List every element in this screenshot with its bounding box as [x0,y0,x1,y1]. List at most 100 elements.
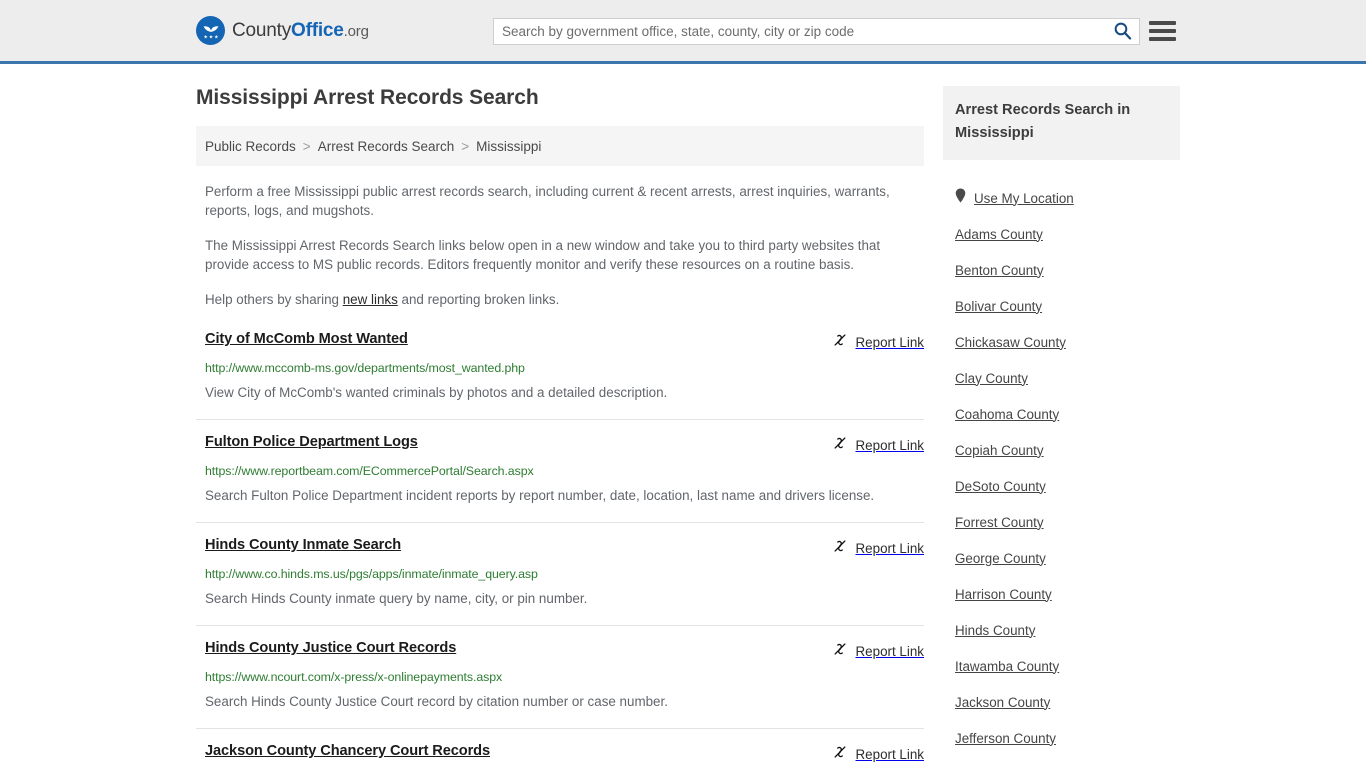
search-icon [1113,21,1132,43]
search-bar [493,18,1140,45]
menu-bar-3 [1149,37,1176,41]
report-link-button[interactable]: Report Link [832,744,924,765]
result-description: Search Fulton Police Department incident… [205,488,875,503]
sidebar-item-coahoma-county[interactable]: Coahoma County [943,396,1180,432]
sidebar-item-clay-county[interactable]: Clay County [943,360,1180,396]
county-link[interactable]: Chickasaw County [955,335,1066,350]
county-link[interactable]: Itawamba County [955,659,1059,674]
sidebar: Arrest Records Search in Mississippi Use… [943,86,1180,768]
result-item: City of McComb Most Wanted Report Link h… [196,331,924,420]
result-url-link[interactable]: http://www.co.hinds.ms.us/pgs/apps/inmat… [205,567,924,581]
result-title-link[interactable]: Hinds County Justice Court Records [205,640,456,656]
new-links-link[interactable]: new links [343,292,398,307]
report-link-label: Report Link [855,644,924,659]
county-link[interactable]: Adams County [955,227,1043,242]
search-input[interactable] [494,19,1105,44]
search-button[interactable] [1105,19,1139,44]
county-link[interactable]: Clay County [955,371,1028,386]
content-row: Mississippi Arrest Records Search Public… [196,86,1180,768]
sidebar-heading: Arrest Records Search in Mississippi [943,86,1180,160]
result-header: Hinds County Inmate Search Report Link [205,537,924,559]
sidebar-item-use-my-location[interactable]: Use My Location [943,180,1180,216]
result-header: Jackson County Chancery Court Records Re… [205,743,924,765]
county-link[interactable]: George County [955,551,1046,566]
county-link[interactable]: Hinds County [955,623,1035,638]
intro-paragraph-1: Perform a free Mississippi public arrest… [205,184,890,218]
sidebar-item-benton-county[interactable]: Benton County [943,252,1180,288]
county-link[interactable]: Benton County [955,263,1044,278]
sidebar-item-george-county[interactable]: George County [943,540,1180,576]
report-link-button[interactable]: Report Link [832,332,924,353]
sidebar-item-jackson-county[interactable]: Jackson County [943,684,1180,720]
menu-bar-2 [1149,29,1176,33]
result-description: Search Hinds County inmate query by name… [205,591,588,606]
result-url-link[interactable]: https://www.reportbeam.com/ECommercePort… [205,464,924,478]
sidebar-item-desoto-county[interactable]: DeSoto County [943,468,1180,504]
result-header: Fulton Police Department Logs Report Lin… [205,434,924,456]
county-link[interactable]: Coahoma County [955,407,1059,422]
county-link[interactable]: Forrest County [955,515,1044,530]
result-item: Hinds County Justice Court Records Repor… [196,626,924,729]
result-title-link[interactable]: City of McComb Most Wanted [205,331,408,347]
sidebar-item-jefferson-county[interactable]: Jefferson County [943,720,1180,756]
broken-link-icon [832,332,848,353]
sidebar-item-chickasaw-county[interactable]: Chickasaw County [943,324,1180,360]
hamburger-menu-icon[interactable] [1149,18,1176,44]
report-link-button[interactable]: Report Link [832,538,924,559]
use-my-location-link[interactable]: Use My Location [974,191,1074,206]
result-title-link[interactable]: Jackson County Chancery Court Records [205,743,490,759]
breadcrumb-item-mississippi: Mississippi [476,138,542,154]
logo-text-county: County [232,19,292,41]
county-link[interactable]: DeSoto County [955,479,1046,494]
breadcrumb: Public Records > Arrest Records Search >… [196,126,924,166]
eagle-shield-logo-icon [196,16,225,45]
intro-section: Perform a free Mississippi public arrest… [196,182,924,309]
result-item: Hinds County Inmate Search Report Link h… [196,523,924,626]
county-link[interactable]: Jefferson County [955,731,1056,746]
report-link-label: Report Link [855,747,924,762]
menu-bar-1 [1149,21,1176,25]
result-description: View City of McComb's wanted criminals b… [205,385,668,400]
broken-link-icon [832,435,848,456]
result-title-link[interactable]: Fulton Police Department Logs [205,434,418,450]
sidebar-item-copiah-county[interactable]: Copiah County [943,432,1180,468]
county-link[interactable]: Jackson County [955,695,1050,710]
intro-p3-before: Help others by sharing [205,292,343,307]
sidebar-item-itawamba-county[interactable]: Itawamba County [943,648,1180,684]
sidebar-item-harrison-county[interactable]: Harrison County [943,576,1180,612]
sidebar-item-forrest-county[interactable]: Forrest County [943,504,1180,540]
logo-text-office: Office [291,19,344,41]
result-url-link[interactable]: https://www.ncourt.com/x-press/x-onlinep… [205,670,924,684]
result-header: City of McComb Most Wanted Report Link [205,331,924,353]
report-link-button[interactable]: Report Link [832,641,924,662]
county-link[interactable]: Copiah County [955,443,1044,458]
county-link[interactable]: Bolivar County [955,299,1042,314]
site-header: CountyOffice.org [0,0,1366,64]
breadcrumb-item-arrest-records-search[interactable]: Arrest Records Search [318,139,455,154]
result-url-link[interactable]: http://www.mccomb-ms.gov/departments/mos… [205,361,924,375]
results-list: City of McComb Most Wanted Report Link h… [196,331,924,768]
sidebar-item-hinds-county[interactable]: Hinds County [943,612,1180,648]
intro-paragraph-3: Help others by sharing new links and rep… [205,290,905,309]
breadcrumb-separator-2: > [461,138,470,154]
main-column: Mississippi Arrest Records Search Public… [196,86,924,768]
sidebar-item-adams-county[interactable]: Adams County [943,216,1180,252]
page-body: Mississippi Arrest Records Search Public… [0,86,1366,768]
report-link-button[interactable]: Report Link [832,435,924,456]
intro-paragraph-2: The Mississippi Arrest Records Search li… [205,238,881,272]
broken-link-icon [832,538,848,559]
result-title-link[interactable]: Hinds County Inmate Search [205,537,401,553]
logo-text-org: .org [343,22,369,40]
site-logo-text: CountyOffice.org [232,20,369,42]
report-link-label: Report Link [855,541,924,556]
report-link-label: Report Link [855,438,924,453]
intro-p3-after: and reporting broken links. [397,292,560,307]
breadcrumb-item-public-records[interactable]: Public Records [205,139,296,154]
site-logo[interactable]: CountyOffice.org [196,16,369,45]
county-link[interactable]: Harrison County [955,587,1052,602]
sidebar-item-bolivar-county[interactable]: Bolivar County [943,288,1180,324]
report-link-label: Report Link [855,335,924,350]
broken-link-icon [832,641,848,662]
page-title: Mississippi Arrest Records Search [196,86,539,109]
result-item: Fulton Police Department Logs Report Lin… [196,420,924,523]
